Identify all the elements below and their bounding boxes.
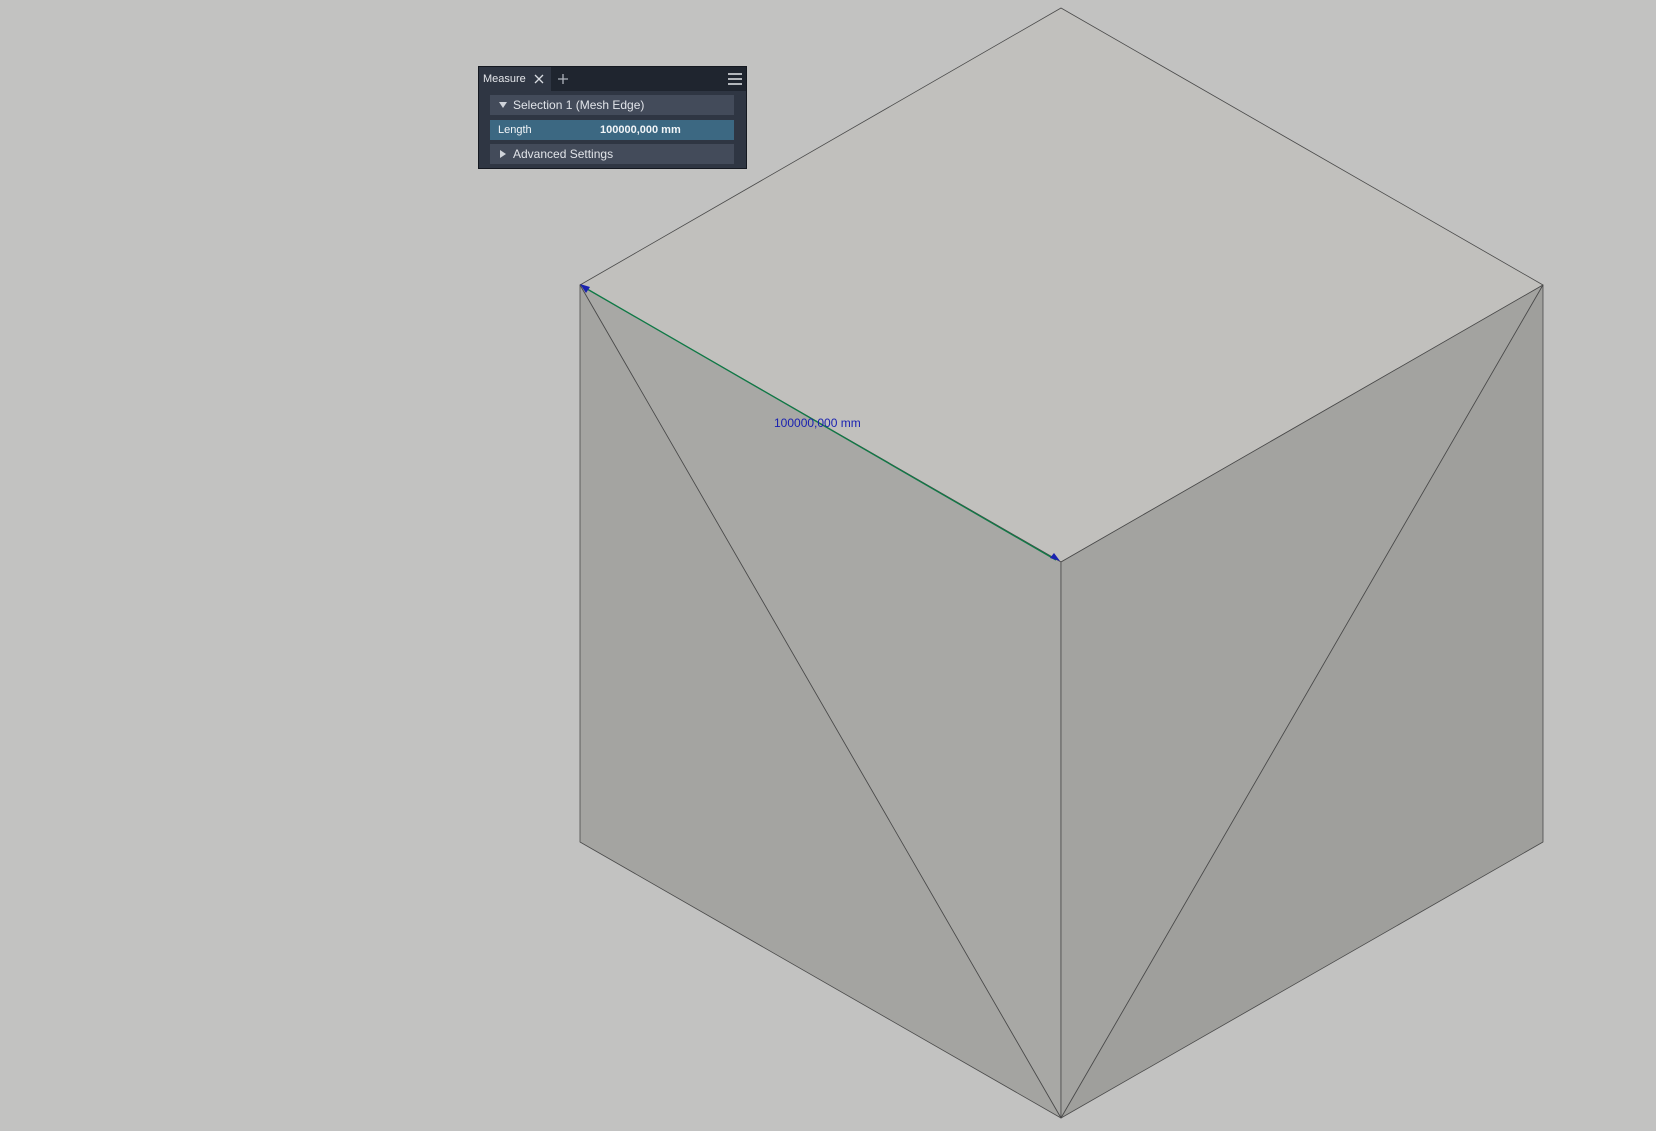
- panel-tab-bar: Measure: [479, 67, 746, 91]
- advanced-settings-header[interactable]: Advanced Settings: [490, 144, 734, 164]
- measure-panel: Measure Selection 1 (Mesh Edge) Length 1…: [478, 66, 747, 169]
- tab-measure-label: Measure: [483, 73, 526, 85]
- selection-header[interactable]: Selection 1 (Mesh Edge): [490, 95, 734, 115]
- plus-icon[interactable]: [556, 72, 570, 86]
- 3d-viewport[interactable]: 100000,000 mm: [0, 0, 1656, 1131]
- chevron-right-icon[interactable]: [498, 149, 508, 159]
- measurement-label: 100000,000 mm: [774, 416, 861, 430]
- hamburger-menu-icon[interactable]: [727, 72, 743, 86]
- tab-measure[interactable]: Measure: [479, 67, 551, 91]
- length-value: 100000,000 mm: [600, 124, 681, 136]
- length-row[interactable]: Length 100000,000 mm: [490, 120, 734, 140]
- selection-label: Selection 1 (Mesh Edge): [513, 98, 645, 112]
- length-label: Length: [498, 124, 532, 136]
- advanced-settings-label: Advanced Settings: [513, 147, 614, 161]
- chevron-down-icon[interactable]: [498, 100, 508, 110]
- close-icon[interactable]: [531, 71, 547, 87]
